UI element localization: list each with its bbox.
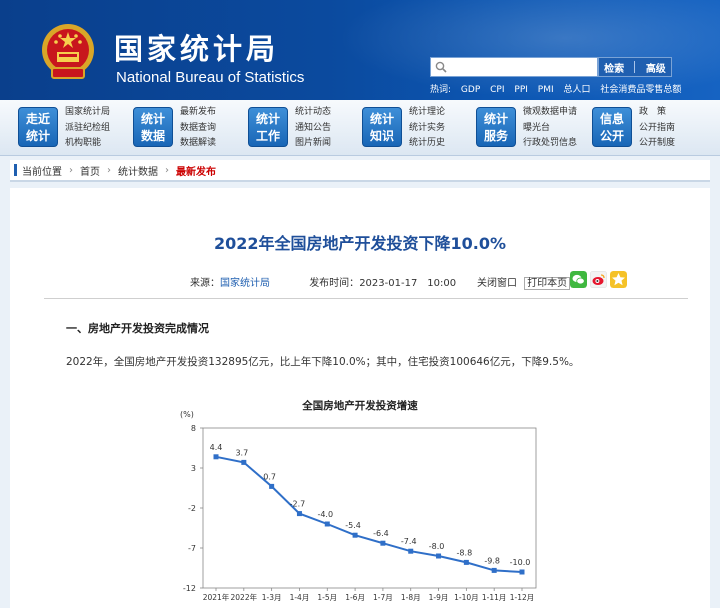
data-point: [436, 553, 442, 559]
data-label: -2.7: [290, 500, 306, 509]
data-label: -8.0: [429, 542, 445, 551]
data-label: -5.4: [345, 521, 361, 530]
data-point: [296, 511, 302, 517]
data-label: -6.4: [373, 529, 389, 538]
data-point: [269, 483, 275, 489]
data-label: -9.8: [484, 556, 500, 565]
data-point: [324, 521, 330, 527]
data-label: -4.0: [317, 510, 333, 519]
x-tick-label: 1-5月: [317, 593, 337, 602]
data-point: [519, 569, 525, 575]
x-tick-label: 2022年: [231, 592, 258, 602]
data-label: -10.0: [510, 558, 531, 567]
x-tick-label: 1-11月: [482, 593, 507, 602]
data-label: -7.4: [401, 537, 417, 546]
data-point: [380, 540, 386, 546]
investment-growth-chart: (%) 8 3 -2 -7 -12 2021年 2022年 1-3月 1-4月 1-5月 1-6月 1-…: [180, 410, 537, 602]
x-tick-label: 1-4月: [290, 593, 310, 602]
data-point: [408, 548, 414, 554]
x-tick-label: 1-8月: [401, 593, 421, 602]
data-point: [352, 532, 358, 538]
y-tick-label: -2: [188, 504, 196, 513]
x-tick-label: 1-6月: [345, 593, 365, 602]
y-tick-label: -12: [183, 584, 196, 593]
y-tick-label: 3: [191, 464, 196, 473]
y-tick-label: 8: [191, 424, 196, 433]
series-line: [215, 455, 523, 573]
x-tick-label: 1-7月: [373, 593, 393, 602]
data-point: [491, 567, 497, 573]
data-point: [463, 559, 469, 565]
data-label: 3.7: [235, 448, 248, 457]
x-tick-label: 1-10月: [454, 593, 479, 602]
x-tick-label: 1-3月: [262, 593, 282, 602]
data-label: 4.4: [210, 443, 223, 452]
x-tick-label: 1-12月: [510, 593, 535, 602]
data-point: [213, 454, 219, 460]
data-label: -8.8: [457, 548, 473, 557]
data-point: [241, 459, 247, 465]
x-tick-label: 2021年: [203, 592, 230, 602]
y-axis-label: (%): [180, 410, 194, 419]
data-label: 0.7: [263, 472, 276, 481]
y-tick-label: -7: [188, 544, 196, 553]
x-tick-label: 1-9月: [429, 593, 449, 602]
